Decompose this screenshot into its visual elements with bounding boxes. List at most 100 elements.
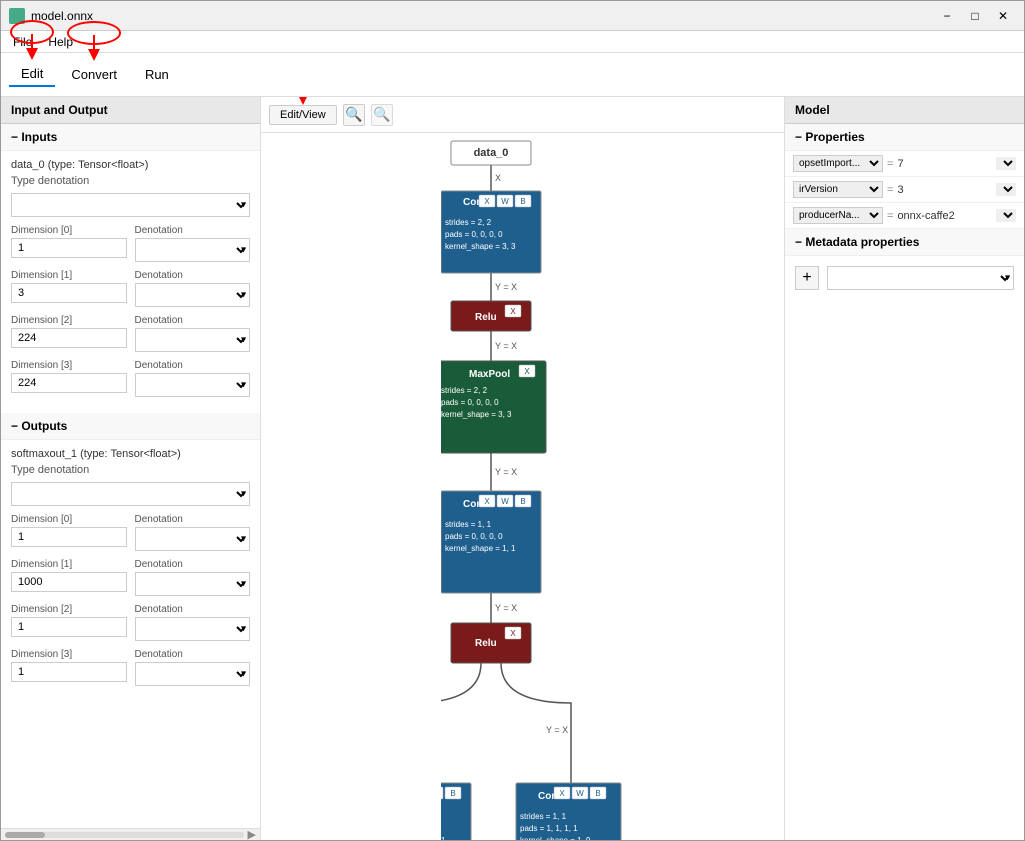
svg-text:X: X <box>524 367 530 376</box>
den-select-3[interactable] <box>135 373 251 397</box>
metadata-section-header: − Metadata properties <box>785 229 1024 256</box>
svg-text:kernel_shape = 1, 1: kernel_shape = 1, 1 <box>441 836 446 840</box>
out-dim-group-1: Dimension [1] <box>11 559 127 592</box>
svg-text:B: B <box>520 197 525 206</box>
prop-name-select-1[interactable]: irVersion <box>793 181 883 198</box>
out-den-group-3: Denotation <box>135 649 251 686</box>
bottom-scrollbar[interactable]: ▶ <box>1 828 260 840</box>
dim-row-0: Dimension [0] Denotation <box>11 225 250 262</box>
den-group-0: Denotation <box>135 225 251 262</box>
add-metadata-button[interactable]: + <box>795 266 819 290</box>
dim-input-2[interactable] <box>11 328 127 348</box>
menu-bar: File Help <box>1 31 1024 53</box>
left-panel: Input and Output − Inputs data_0 (type: <box>1 97 261 840</box>
svg-text:Y = X: Y = X <box>495 603 517 613</box>
maximize-button[interactable]: □ <box>962 6 988 26</box>
prop-row-1: irVersion = 3 <box>785 177 1024 203</box>
scrollbar-track <box>5 832 244 838</box>
toolbar-convert[interactable]: Convert <box>59 63 129 86</box>
out-dim-input-1[interactable] <box>11 572 127 592</box>
den-select-0[interactable] <box>135 238 251 262</box>
out-den-select-3[interactable] <box>135 662 251 686</box>
left-panel-header: Input and Output <box>1 97 260 124</box>
input-output-arrow <box>5 97 65 101</box>
metadata-add-row: + <box>795 262 1014 294</box>
output-name: softmaxout_1 (type: Tensor<float>) <box>11 448 250 460</box>
den-select-wrapper-2 <box>135 328 251 352</box>
prop-value-select-2[interactable] <box>996 209 1016 222</box>
out-dim-row-3: Dimension [3] Denotation <box>11 649 250 686</box>
svg-text:Y = X: Y = X <box>495 467 517 477</box>
menu-help[interactable]: Help <box>40 33 81 51</box>
out-den-select-2[interactable] <box>135 617 251 641</box>
dim-group-2: Dimension [2] <box>11 315 127 348</box>
prop-row-0: opsetImport... = 7 <box>785 151 1024 177</box>
out-dim-row-1: Dimension [1] Denotation <box>11 559 250 596</box>
svg-text:W: W <box>501 497 509 506</box>
svg-text:pads = 0, 0, 0, 0: pads = 0, 0, 0, 0 <box>445 230 503 239</box>
prop-name-select-2[interactable]: producerNa... <box>793 207 883 224</box>
toolbar-edit[interactable]: Edit <box>9 62 55 87</box>
out-dim-input-2[interactable] <box>11 617 127 637</box>
main-area: Input and Output − Inputs data_0 (type: <box>1 97 1024 840</box>
minimize-button[interactable]: − <box>934 6 960 26</box>
svg-text:strides = 1, 1: strides = 1, 1 <box>520 812 567 821</box>
close-button[interactable]: ✕ <box>990 6 1016 26</box>
inputs-section-content: data_0 (type: Tensor<float>) Type denota… <box>1 151 260 413</box>
window-title: model.onnx <box>31 9 93 23</box>
den-select-1[interactable] <box>135 283 251 307</box>
out-dim-group-2: Dimension [2] <box>11 604 127 637</box>
edit-view-wrapper: Edit/View <box>269 105 337 125</box>
svg-text:W: W <box>501 197 509 206</box>
svg-text:strides = 2, 2: strides = 2, 2 <box>445 218 492 227</box>
out-den-wrapper-0 <box>135 527 251 551</box>
app-icon <box>9 8 25 24</box>
prop-name-select-0[interactable]: opsetImport... <box>793 155 883 172</box>
menu-file[interactable]: File <box>5 33 40 51</box>
den-select-2[interactable] <box>135 328 251 352</box>
dim-row-1: Dimension [1] Denotation <box>11 270 250 307</box>
dim-input-1[interactable] <box>11 283 127 303</box>
zoom-in-button[interactable]: 🔍 <box>343 104 365 126</box>
scrollbar-thumb <box>5 832 45 838</box>
svg-text:Y = X: Y = X <box>546 725 568 735</box>
svg-text:data_0: data_0 <box>474 147 509 159</box>
dim-input-3[interactable] <box>11 373 127 393</box>
out-den-select-1[interactable] <box>135 572 251 596</box>
toolbar-run[interactable]: Run <box>133 63 181 86</box>
den-group-1: Denotation <box>135 270 251 307</box>
type-denotation-select[interactable] <box>11 193 250 217</box>
out-den-select-0[interactable] <box>135 527 251 551</box>
svg-text:B: B <box>520 497 525 506</box>
scroll-arrow[interactable]: ▶ <box>248 828 256 840</box>
type-denotation-select-wrapper <box>11 193 250 217</box>
svg-text:B: B <box>595 789 600 798</box>
out-dim-input-3[interactable] <box>11 662 127 682</box>
dim-row-2: Dimension [2] Denotation <box>11 315 250 352</box>
output-type-denotation-label: Type denotation <box>11 464 250 476</box>
svg-text:kernel_shape = 1, 1: kernel_shape = 1, 1 <box>445 544 516 553</box>
out-den-wrapper-2 <box>135 617 251 641</box>
graph-area[interactable]: X Y = X Y = X Y = X Y = X Y = X <box>261 133 784 840</box>
type-denotation-label: Type denotation <box>11 175 250 187</box>
svg-text:MaxPool: MaxPool <box>469 369 510 380</box>
out-dim-input-0[interactable] <box>11 527 127 547</box>
svg-text:pads = 0, 0, 0, 0: pads = 0, 0, 0, 0 <box>445 532 503 541</box>
edit-view-button[interactable]: Edit/View <box>269 105 337 125</box>
svg-text:Y = X: Y = X <box>495 341 517 351</box>
outputs-section-header: − Outputs <box>1 413 260 440</box>
metadata-select-wrapper <box>827 266 1014 290</box>
svg-text:strides = 2, 2: strides = 2, 2 <box>441 386 488 395</box>
inputs-section-header: − Inputs <box>1 124 260 151</box>
out-den-group-1: Denotation <box>135 559 251 596</box>
output-type-denotation-select[interactable] <box>11 482 250 506</box>
prop-value-select-1[interactable] <box>996 183 1016 196</box>
metadata-select[interactable] <box>827 266 1014 290</box>
prop-value-select-0[interactable] <box>996 157 1016 170</box>
right-panel-header-wrapper: Model <box>785 97 1024 124</box>
zoom-out-button[interactable]: 🔍 <box>371 104 393 126</box>
svg-text:X: X <box>510 629 516 638</box>
dim-group-1: Dimension [1] <box>11 270 127 303</box>
dim-input-0[interactable] <box>11 238 127 258</box>
svg-text:strides = 1, 1: strides = 1, 1 <box>445 520 492 529</box>
